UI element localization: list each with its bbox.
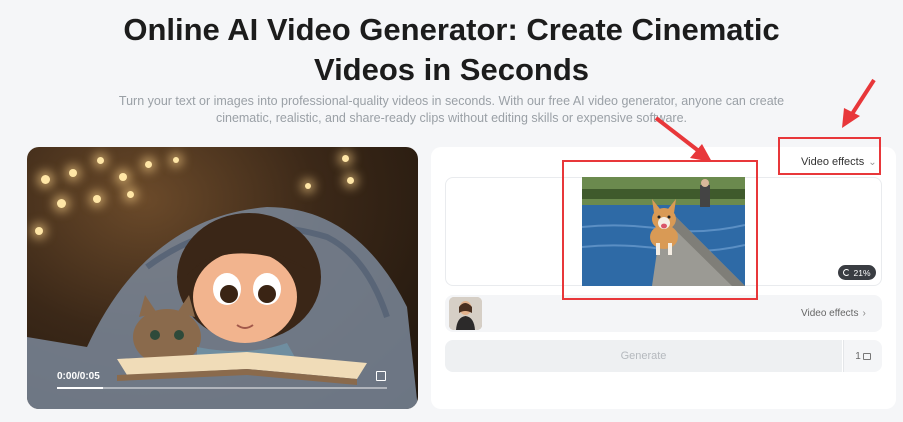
arrow-to-preview [654,116,702,154]
arrow-to-effects [850,78,876,116]
arrow-head-effects-icon [842,108,860,128]
annotation-arrows [654,78,876,162]
